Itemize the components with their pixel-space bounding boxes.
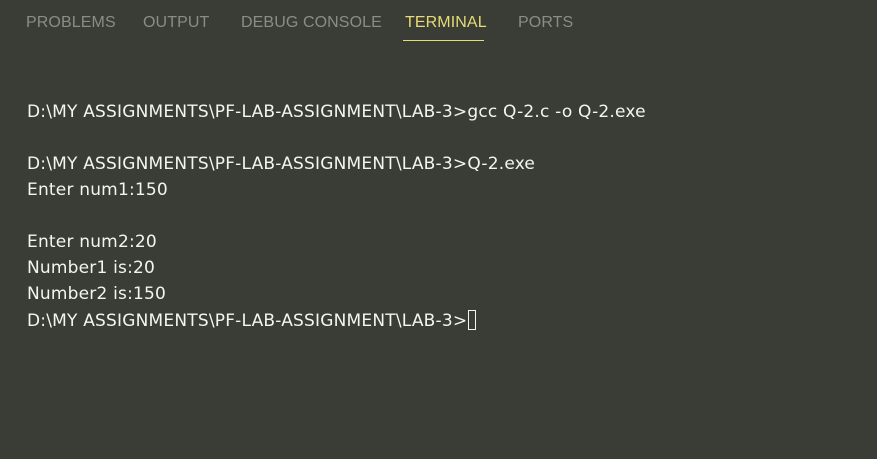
terminal-prompt-line: D:\MY ASSIGNMENTS\PF-LAB-ASSIGNMENT\LAB-… <box>27 310 477 331</box>
terminal-line: Number1 is:20 <box>27 258 156 278</box>
terminal-panel: PROBLEMS OUTPUT DEBUG CONSOLE TERMINAL P… <box>0 0 877 459</box>
tab-output[interactable]: OUTPUT <box>143 14 209 32</box>
terminal-line: D:\MY ASSIGNMENTS\PF-LAB-ASSIGNMENT\LAB-… <box>27 102 646 122</box>
terminal-line: Number2 is:150 <box>27 284 167 304</box>
terminal-line: Enter num2:20 <box>27 232 157 252</box>
terminal-cursor[interactable] <box>468 310 477 330</box>
tab-debug-console[interactable]: DEBUG CONSOLE <box>241 14 382 32</box>
tab-terminal[interactable]: TERMINAL <box>405 14 487 32</box>
terminal-line: D:\MY ASSIGNMENTS\PF-LAB-ASSIGNMENT\LAB-… <box>27 154 536 174</box>
terminal-output[interactable]: D:\MY ASSIGNMENTS\PF-LAB-ASSIGNMENT\LAB-… <box>0 44 877 459</box>
tab-problems[interactable]: PROBLEMS <box>26 14 116 32</box>
terminal-prompt: D:\MY ASSIGNMENTS\PF-LAB-ASSIGNMENT\LAB-… <box>27 311 468 331</box>
terminal-line: Enter num1:150 <box>27 180 168 200</box>
tab-ports[interactable]: PORTS <box>518 14 573 32</box>
panel-tab-bar: PROBLEMS OUTPUT DEBUG CONSOLE TERMINAL P… <box>0 0 877 44</box>
active-tab-indicator <box>403 40 484 41</box>
